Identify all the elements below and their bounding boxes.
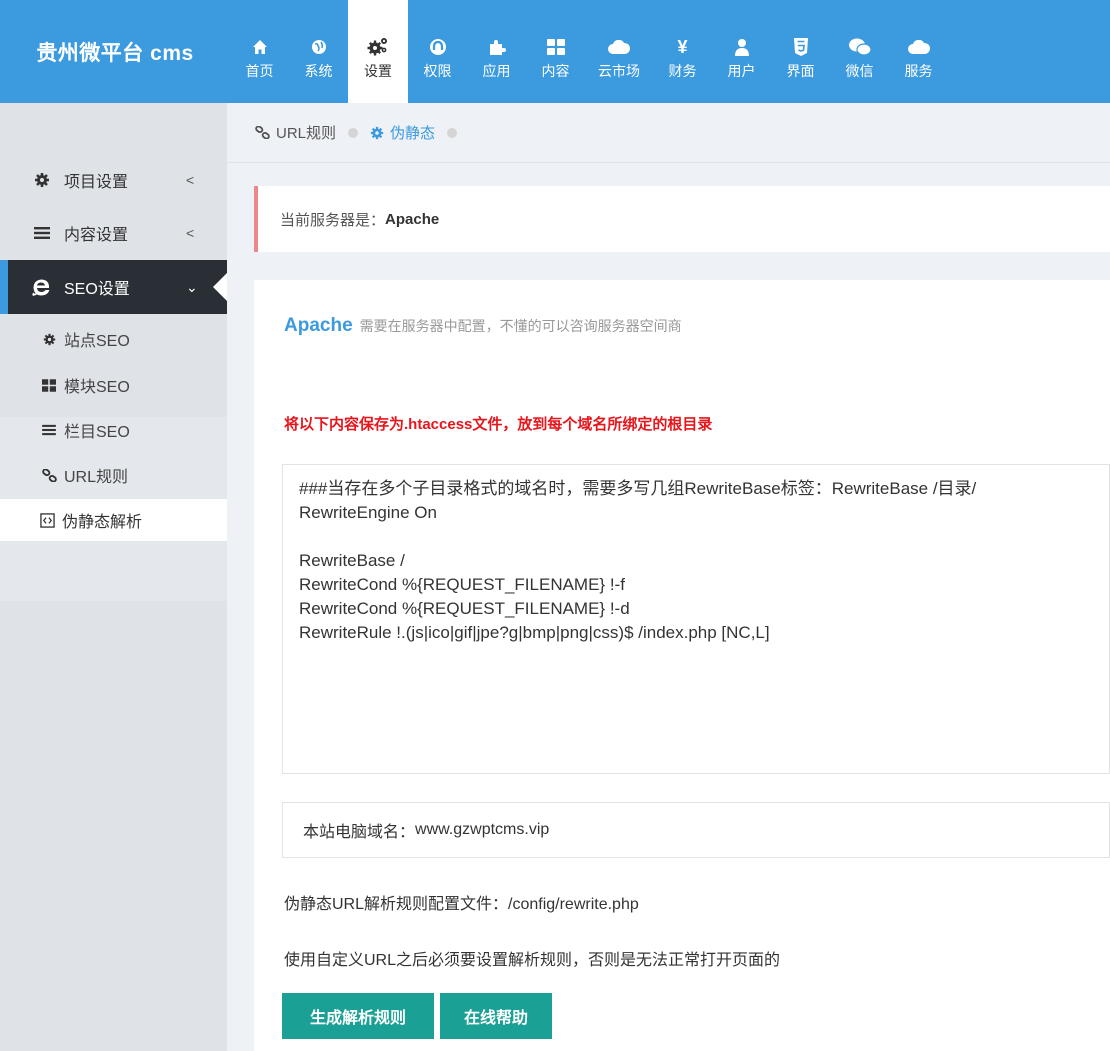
generate-rules-button[interactable]: 生成解析规则	[282, 993, 434, 1039]
bars-icon	[40, 424, 58, 436]
link-icon	[40, 468, 58, 482]
nav-label: 微信	[845, 63, 874, 79]
sidebar-item-site-seo[interactable]: 站点SEO	[0, 319, 227, 359]
nav-item-finance[interactable]: ¥ 财务	[653, 0, 712, 103]
sidebar-item-label: 伪静态解析	[62, 514, 143, 531]
notice-info: 使用自定义URL之后必须要设置解析规则，否则是无法正常打开页面的	[284, 952, 781, 969]
sidebar-item-url-rules[interactable]: URL规则	[0, 455, 227, 495]
sidebar-item-column-seo[interactable]: 栏目SEO	[0, 410, 227, 450]
active-notch	[213, 273, 227, 301]
sidebar-item-label: 项目设置	[64, 174, 129, 191]
alert-server-name: Apache	[385, 210, 440, 228]
server-alert: 当前服务器是： Apache	[254, 186, 1110, 252]
nav-item-system[interactable]: 系统	[289, 0, 348, 103]
ie-icon	[32, 278, 52, 296]
sidebar-item-label: 模块SEO	[64, 379, 130, 396]
cloud-icon	[907, 36, 930, 58]
sidebar: 项目设置 < 内容设置 < SEO设置 ⌄ 站点SEO 模块SEO 栏目SEO	[0, 103, 227, 1051]
chevron-left-icon: <	[186, 172, 195, 188]
rewrite-panel: Apache 需要在服务器中配置，不懂的可以咨询服务器空间商 将以下内容保存为.…	[254, 280, 1110, 1051]
nav-item-interface[interactable]: 界面	[771, 0, 830, 103]
app-logo[interactable]: 贵州微平台 cms	[0, 0, 230, 103]
server-hint: 需要在服务器中配置，不懂的可以咨询服务器空间商	[359, 318, 682, 334]
breadcrumb-label: URL规则	[276, 125, 337, 142]
config-file-info: 伪静态URL解析规则配置文件：/config/rewrite.php	[284, 896, 639, 913]
breadcrumb-separator	[447, 127, 458, 138]
save-warning: 将以下内容保存为.htaccess文件，放到每个域名所绑定的根目录	[284, 416, 713, 433]
bars-icon	[32, 226, 52, 240]
sidebar-item-module-seo[interactable]: 模块SEO	[0, 365, 227, 405]
nav-label: 设置	[364, 63, 392, 79]
domain-label: 本站电脑域名：	[303, 824, 416, 841]
nav-label: 财务	[668, 63, 697, 79]
globe-icon	[311, 36, 327, 58]
nav-item-content[interactable]: 内容	[526, 0, 585, 103]
nav-item-apps[interactable]: 应用	[467, 0, 526, 103]
nav-label: 权限	[423, 63, 452, 79]
sidebar-item-label: URL规则	[64, 469, 129, 486]
grid-icon	[546, 36, 565, 58]
chevron-down-icon: ⌄	[186, 278, 198, 295]
nav-label: 系统	[304, 63, 333, 79]
alert-prefix: 当前服务器是：	[280, 211, 386, 229]
sidebar-item-project-settings[interactable]: 项目设置 <	[0, 161, 227, 199]
online-help-button[interactable]: 在线帮助	[440, 993, 552, 1039]
panel-title: Apache 需要在服务器中配置，不懂的可以咨询服务器空间商	[284, 315, 682, 337]
breadcrumb-url-rules[interactable]: URL规则	[255, 122, 336, 143]
shield-icon	[429, 36, 447, 58]
breadcrumb: URL规则 伪静态	[255, 122, 469, 143]
wechat-icon	[848, 36, 871, 58]
chevron-left-icon: <	[186, 225, 195, 241]
nav-item-settings[interactable]: 设置	[348, 0, 408, 103]
server-name: Apache	[284, 315, 353, 336]
cloud-icon	[608, 36, 630, 58]
sidebar-item-label: 栏目SEO	[64, 424, 130, 441]
gear-icon	[32, 172, 52, 188]
domain-value: www.gzwptcms.vip	[415, 821, 550, 838]
gear-icon	[370, 126, 384, 139]
breadcrumb-rewrite[interactable]: 伪静态	[370, 122, 435, 143]
sidebar-item-content-settings[interactable]: 内容设置 <	[0, 214, 227, 252]
puzzle-icon	[488, 36, 506, 58]
code-icon	[38, 512, 56, 528]
sidebar-item-rewrite-parse[interactable]: 伪静态解析	[0, 499, 227, 541]
top-header: 贵州微平台 cms 首页 系统 设置 权限 应用 内容 云市场 ¥ 财务 用户 …	[0, 0, 1110, 103]
nav-item-service[interactable]: 服务	[889, 0, 948, 103]
gears-icon	[367, 36, 389, 58]
nav-label: 内容	[541, 63, 570, 79]
breadcrumb-label: 伪静态	[390, 125, 436, 142]
nav-item-wechat[interactable]: 微信	[830, 0, 889, 103]
htaccess-code-textarea[interactable]: ###当存在多个子目录格式的域名时，需要多写几组RewriteBase标签：Re…	[282, 464, 1110, 774]
breadcrumb-separator	[348, 127, 359, 138]
header-divider	[227, 162, 1110, 163]
nav-item-cloud-market[interactable]: 云市场	[585, 0, 653, 103]
nav-label: 应用	[482, 63, 511, 79]
nav-item-permissions[interactable]: 权限	[408, 0, 467, 103]
top-nav: 首页 系统 设置 权限 应用 内容 云市场 ¥ 财务 用户 界面 微信 服务	[230, 0, 948, 103]
sidebar-item-label: SEO设置	[64, 281, 130, 298]
link-icon	[255, 126, 270, 139]
nav-label: 云市场	[598, 63, 640, 79]
yen-icon: ¥	[677, 36, 688, 57]
nav-label: 用户	[727, 63, 756, 79]
user-icon	[734, 36, 749, 58]
gear-icon	[40, 333, 58, 346]
sidebar-item-label: 内容设置	[64, 227, 129, 244]
sidebar-item-label: 站点SEO	[64, 333, 130, 350]
nav-label: 首页	[245, 63, 274, 79]
grid-icon	[40, 378, 58, 392]
html5-icon	[793, 36, 808, 58]
nav-item-home[interactable]: 首页	[230, 0, 289, 103]
nav-label: 界面	[786, 63, 815, 79]
nav-item-users[interactable]: 用户	[712, 0, 771, 103]
nav-label: 服务	[904, 63, 933, 79]
sidebar-item-seo-settings[interactable]: SEO设置 ⌄	[0, 260, 227, 314]
home-icon	[252, 36, 268, 58]
domain-display: 本站电脑域名： www.gzwptcms.vip	[282, 802, 1110, 858]
